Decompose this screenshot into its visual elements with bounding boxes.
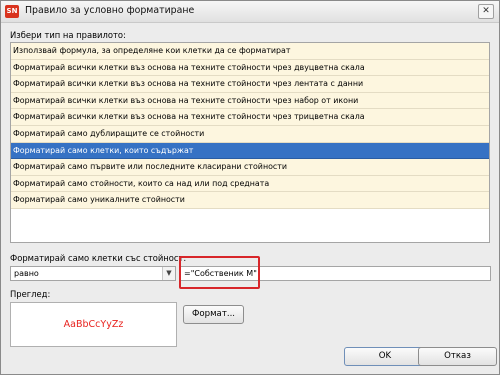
operator-select[interactable]: равно ▼	[10, 266, 176, 281]
close-icon[interactable]: ✕	[478, 4, 494, 19]
app-icon: SN	[5, 5, 19, 18]
preview-label: Преглед:	[10, 289, 51, 299]
format-button[interactable]: Формат...	[183, 305, 244, 324]
ok-button[interactable]: OK	[344, 347, 426, 366]
rule-type-item[interactable]: Използвай формула, за определяне кои кле…	[11, 43, 489, 60]
rule-type-item[interactable]: Форматирай само уникалните стойности	[11, 192, 489, 209]
rule-type-item[interactable]: Форматирай само дублиращите се стойности	[11, 125, 489, 143]
operator-value: равно	[14, 269, 39, 278]
chevron-down-icon[interactable]: ▼	[162, 267, 175, 280]
conditional-formatting-dialog: SN Правило за условно форматиране ✕ Избе…	[0, 0, 500, 375]
rule-type-item[interactable]: Форматирай само клетки, които съдържат	[11, 142, 489, 160]
rule-type-item[interactable]: Форматирай всички клетки въз основа на т…	[11, 109, 489, 126]
title-bar[interactable]: SN Правило за условно форматиране ✕	[1, 1, 499, 23]
format-preview: AaBbCcYyZz	[10, 302, 177, 347]
rule-type-item[interactable]: Форматирай само първите или последните к…	[11, 159, 489, 176]
rule-type-item[interactable]: Форматирай всички клетки въз основа на т…	[11, 76, 489, 93]
rule-type-label: Избери тип на правилото:	[10, 30, 126, 40]
preview-sample-text: AaBbCcYyZz	[63, 319, 124, 330]
rule-type-item[interactable]: Форматирай всички клетки въз основа на т…	[11, 59, 489, 77]
condition-label: Форматирай само клетки със стойност:	[10, 253, 187, 263]
rule-type-list[interactable]: Използвай формула, за определяне кои кле…	[10, 42, 490, 243]
condition-value-input[interactable]: ="Собственик М"	[180, 266, 491, 281]
cancel-button[interactable]: Отказ	[418, 347, 497, 366]
window-title: Правило за условно форматиране	[25, 5, 195, 16]
rule-type-item[interactable]: Форматирай само стойности, които са над …	[11, 175, 489, 193]
rule-type-item[interactable]: Форматирай всички клетки въз основа на т…	[11, 92, 489, 110]
